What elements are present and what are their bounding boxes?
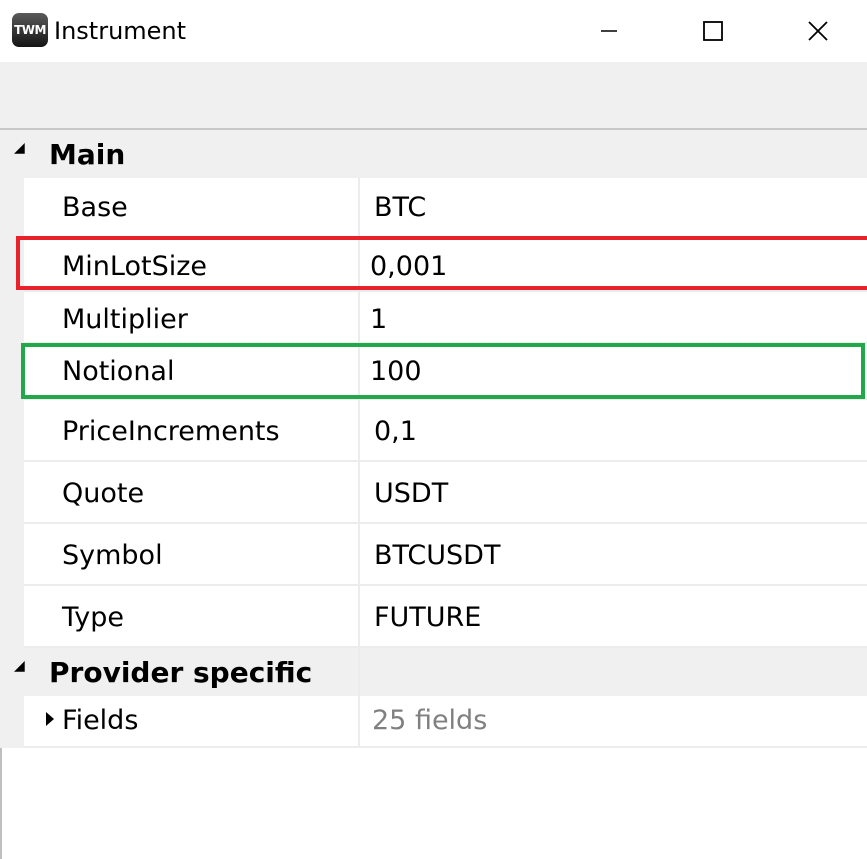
maximize-icon [702, 21, 723, 41]
app-logo-icon: TWM [12, 13, 48, 47]
property-name: PriceIncrements [62, 416, 280, 447]
property-name: Multiplier [62, 304, 188, 335]
property-value[interactable]: 0,1 [374, 416, 417, 447]
group-label: Main [49, 138, 126, 171]
minimize-button[interactable] [580, 0, 637, 62]
group-label: Provider specific [49, 656, 313, 689]
property-name: Type [62, 602, 125, 633]
property-row-fields[interactable]: Fields 25 fields [24, 696, 867, 748]
property-name: Symbol [62, 540, 163, 571]
property-value[interactable]: FUTURE [374, 602, 481, 633]
property-value[interactable]: BTC [374, 192, 426, 223]
collapse-triangle-icon[interactable]: ◢ [14, 140, 25, 156]
highlight-box-red [16, 236, 867, 290]
group-header-provider-specific[interactable]: ◢ Provider specific [0, 648, 867, 696]
property-name: Base [62, 192, 128, 223]
group-header-main[interactable]: ◢ Main [0, 130, 867, 178]
title-bar: TWM Instrument [0, 0, 867, 62]
collapse-triangle-icon[interactable]: ◢ [14, 658, 25, 674]
expand-arrow-icon[interactable] [46, 712, 54, 726]
minimize-icon [600, 30, 617, 32]
property-value[interactable]: BTCUSDT [374, 540, 500, 571]
property-name: Quote [62, 478, 145, 509]
property-value[interactable]: USDT [374, 478, 448, 509]
property-row-multiplier[interactable]: Multiplier 1 [24, 292, 867, 344]
close-button[interactable] [789, 0, 846, 62]
property-row-type[interactable]: Type FUTURE [24, 586, 867, 648]
property-row-priceincrements[interactable]: PriceIncrements 0,1 [24, 400, 867, 462]
toolbar-area [0, 62, 867, 128]
property-name: Fields [62, 705, 139, 736]
property-value[interactable]: 1 [370, 304, 387, 335]
property-row-quote[interactable]: Quote USDT [24, 462, 867, 524]
property-value: 25 fields [372, 705, 488, 736]
grid-empty-area [2, 748, 867, 859]
property-row-symbol[interactable]: Symbol BTCUSDT [24, 524, 867, 586]
maximize-button[interactable] [684, 0, 741, 62]
close-icon [807, 21, 828, 41]
window-title: Instrument [54, 17, 187, 45]
highlight-box-green [21, 343, 865, 399]
property-row-base[interactable]: Base BTC [24, 178, 867, 238]
